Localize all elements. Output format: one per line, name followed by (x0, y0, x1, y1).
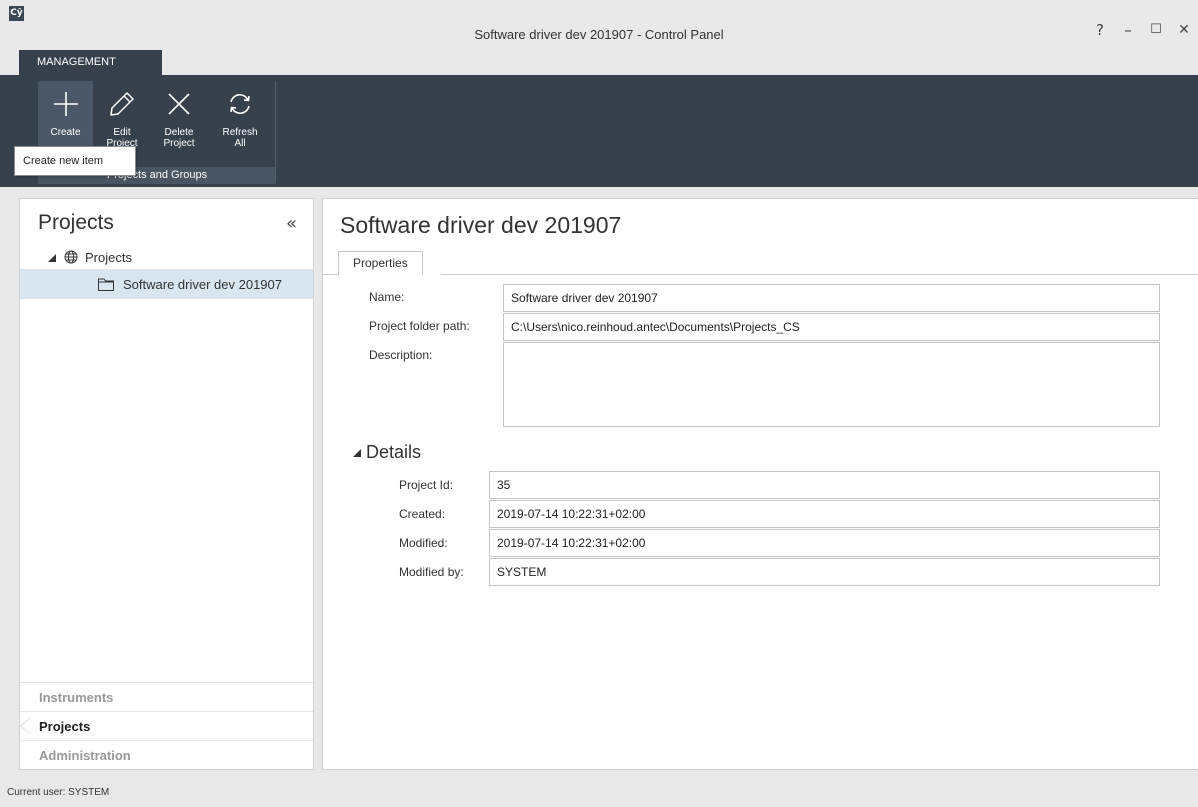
project-id-field[interactable]: 35 (489, 471, 1160, 499)
app-logo-icon: Cŷ (9, 6, 24, 21)
create-tooltip: Create new item (14, 146, 136, 176)
refresh-all-label2: All (234, 138, 246, 149)
project-id-label: Project Id: (399, 478, 454, 492)
nav-item-projects[interactable]: Projects (20, 711, 313, 740)
create-button-label: Create (50, 127, 81, 138)
tab-divider-right (441, 274, 1198, 275)
tab-divider (323, 274, 338, 275)
refresh-icon (214, 81, 266, 127)
nav-item-administration[interactable]: Administration (20, 740, 313, 769)
expand-triangle-icon[interactable] (48, 250, 56, 265)
delete-project-label2: Project (163, 138, 195, 149)
window-title: Software driver dev 201907 - Control Pan… (474, 27, 724, 42)
maximize-icon[interactable]: ☐ (1142, 20, 1170, 44)
ribbon: Create Edit Project Delete Project Refre… (0, 75, 1198, 187)
minimize-icon[interactable]: – (1114, 20, 1142, 44)
refresh-all-label: Refresh (222, 127, 258, 138)
tree-item-project[interactable]: Software driver dev 201907 (20, 269, 313, 299)
details-header-label: Details (366, 442, 422, 462)
title-bar: Cŷ Software driver dev 201907 - Control … (0, 0, 1198, 75)
help-icon[interactable]: ? (1086, 20, 1114, 44)
close-icon[interactable]: ✕ (1170, 20, 1198, 44)
path-label: Project folder path: (369, 319, 470, 333)
tab-management[interactable]: MANAGEMENT (19, 50, 162, 75)
current-user-status: Current user: SYSTEM (7, 787, 110, 798)
window-controls: ? – ☐ ✕ (1086, 20, 1198, 44)
refresh-all-button[interactable]: Refresh All (214, 81, 266, 167)
created-field[interactable]: 2019-07-14 10:22:31+02:00 (489, 500, 1160, 528)
name-label: Name: (369, 290, 405, 304)
nav-items: Instruments Projects Administration (20, 682, 313, 769)
project-title: Software driver dev 201907 (340, 212, 622, 238)
description-label: Description: (369, 348, 433, 362)
modified-label: Modified: (399, 536, 448, 550)
collapse-pane-icon[interactable]: « (286, 213, 297, 234)
modified-by-label: Modified by: (399, 565, 464, 579)
delete-project-label: Delete (164, 127, 194, 138)
plus-icon (38, 81, 93, 127)
tab-properties[interactable]: Properties (338, 251, 423, 275)
edit-project-label: Edit (113, 127, 131, 138)
modified-field[interactable]: 2019-07-14 10:22:31+02:00 (489, 529, 1160, 557)
tree-root-projects[interactable]: Projects (48, 247, 132, 267)
tree-root-label: Projects (85, 249, 132, 265)
delete-project-button[interactable]: Delete Project (154, 81, 204, 167)
globe-icon (64, 250, 78, 264)
right-pane: Software driver dev 201907 Properties Na… (322, 198, 1198, 770)
pane-title: Projects (38, 211, 114, 234)
name-field[interactable]: Software driver dev 201907 (503, 284, 1160, 312)
nav-item-instruments[interactable]: Instruments (20, 682, 313, 711)
modified-by-field[interactable]: SYSTEM (489, 558, 1160, 586)
description-field[interactable] (503, 342, 1160, 427)
details-section-header[interactable]: Details (353, 442, 421, 463)
status-bar: Current user: SYSTEM (0, 770, 1198, 807)
created-label: Created: (399, 507, 446, 521)
x-icon (154, 81, 204, 127)
tree-item-label: Software driver dev 201907 (123, 276, 282, 292)
folder-icon (98, 278, 114, 291)
left-pane: Projects « Projects Software driver dev … (19, 198, 314, 770)
collapse-triangle-icon[interactable] (353, 448, 361, 457)
project-folder-path-field[interactable]: C:\Users\nico.reinhoud.antec\Documents\P… (503, 313, 1160, 341)
ribbon-separator (275, 81, 276, 181)
pencil-icon (98, 81, 146, 127)
